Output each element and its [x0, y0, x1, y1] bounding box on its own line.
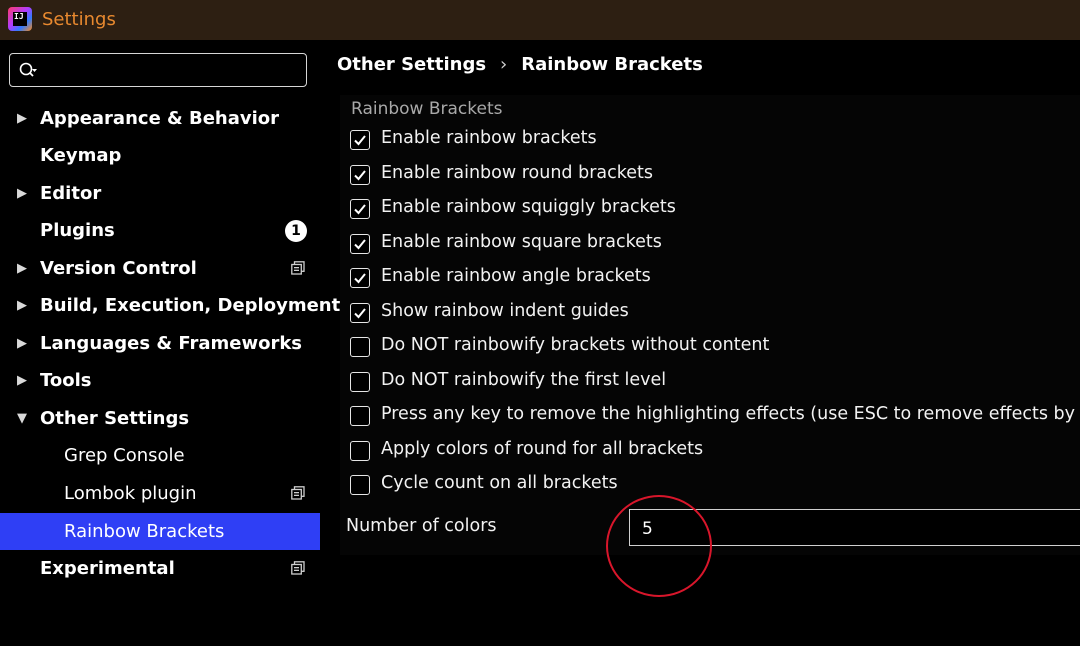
- checkbox-checked[interactable]: [350, 130, 370, 150]
- settings-search-box[interactable]: [9, 53, 307, 87]
- option-label: Enable rainbow round brackets: [381, 163, 654, 183]
- option-label: Do NOT rainbowify the first level: [381, 370, 667, 390]
- sidebar-item-rainbow-brackets[interactable]: Rainbow Brackets: [0, 513, 320, 550]
- option-label: Enable rainbow squiggly brackets: [381, 197, 676, 217]
- project-settings-icon: [291, 261, 305, 275]
- checkmark-icon: [354, 273, 366, 284]
- checkbox-unchecked[interactable]: [350, 475, 370, 495]
- option-label: Do NOT rainbowify brackets without conte…: [381, 335, 770, 355]
- sidebar-item-keymap[interactable]: Keymap: [0, 137, 320, 174]
- option-label: Show rainbow indent guides: [381, 301, 629, 321]
- project-settings-icon: [291, 561, 305, 575]
- expand-arrow-icon[interactable]: ▶: [17, 287, 27, 324]
- checkmark-icon: [354, 135, 366, 146]
- checkbox-checked[interactable]: [350, 165, 370, 185]
- checkbox-checked[interactable]: [350, 268, 370, 288]
- breadcrumb-current: Rainbow Brackets: [521, 54, 703, 75]
- sidebar-item-label: Version Control: [40, 258, 197, 279]
- window-title: Settings: [42, 9, 116, 30]
- sidebar-item-label: Grep Console: [64, 445, 185, 466]
- breadcrumb: Other Settings › Rainbow Brackets: [337, 54, 703, 75]
- expand-arrow-icon[interactable]: ▶: [17, 175, 27, 212]
- expand-arrow-icon[interactable]: ▶: [17, 250, 27, 287]
- checkbox-checked[interactable]: [350, 234, 370, 254]
- sidebar-item-label: Languages & Frameworks: [40, 333, 303, 354]
- sidebar-item-version-control[interactable]: ▶ Version Control: [0, 250, 320, 287]
- sidebar-item-label: Plugins: [40, 220, 115, 241]
- sidebar-item-editor[interactable]: ▶ Editor: [0, 175, 320, 212]
- checkmark-icon: [354, 204, 366, 215]
- sidebar-item-lombok-plugin[interactable]: Lombok plugin: [0, 475, 320, 512]
- option-enable-rainbow-squiggly-brackets[interactable]: Enable rainbow squiggly brackets: [350, 195, 1080, 225]
- sidebar-item-label: Tools: [40, 370, 92, 391]
- collapse-arrow-icon[interactable]: ▼: [17, 400, 27, 437]
- option-show-rainbow-indent-guides[interactable]: Show rainbow indent guides: [350, 299, 1080, 329]
- option-enable-rainbow-brackets[interactable]: Enable rainbow brackets: [350, 126, 1080, 156]
- checkbox-checked[interactable]: [350, 303, 370, 323]
- sidebar-item-label: Editor: [40, 183, 102, 204]
- checkbox-unchecked[interactable]: [350, 441, 370, 461]
- section-title: Rainbow Brackets: [351, 99, 503, 119]
- sidebar-item-label: Keymap: [40, 145, 122, 166]
- expand-arrow-icon[interactable]: ▶: [17, 362, 27, 399]
- update-count-badge: 1: [285, 220, 307, 242]
- sidebar-item-other-settings[interactable]: ▼ Other Settings: [0, 400, 320, 437]
- option-apply-round-colors-all[interactable]: Apply colors of round for all brackets: [350, 437, 1080, 467]
- checkbox-unchecked[interactable]: [350, 406, 370, 426]
- expand-arrow-icon[interactable]: ▶: [17, 100, 27, 137]
- search-input[interactable]: [50, 58, 304, 84]
- checkmark-icon: [354, 308, 366, 319]
- sidebar-item-languages-frameworks[interactable]: ▶ Languages & Frameworks: [0, 325, 320, 362]
- number-of-colors-label: Number of colors: [346, 516, 497, 536]
- intellij-logo-icon: IJ: [8, 7, 32, 31]
- option-label: Cycle count on all brackets: [381, 473, 618, 493]
- option-enable-rainbow-round-brackets[interactable]: Enable rainbow round brackets: [350, 161, 1080, 191]
- checkbox-unchecked[interactable]: [350, 372, 370, 392]
- sidebar-item-label: Appearance & Behavior: [40, 108, 280, 129]
- option-label: Press any key to remove the highlighting…: [381, 404, 1080, 424]
- checkmark-icon: [354, 239, 366, 250]
- option-label: Enable rainbow angle brackets: [381, 266, 651, 286]
- sidebar-item-tools[interactable]: ▶ Tools: [0, 362, 320, 399]
- breadcrumb-separator-icon: ›: [500, 54, 508, 75]
- sidebar-item-appearance-behavior[interactable]: ▶ Appearance & Behavior: [0, 100, 320, 137]
- option-no-rainbow-first-level[interactable]: Do NOT rainbowify the first level: [350, 368, 1080, 398]
- option-cycle-count-all[interactable]: Cycle count on all brackets: [350, 471, 1080, 501]
- checkmark-icon: [354, 170, 366, 181]
- sidebar-item-label: Build, Execution, Deployment: [40, 295, 341, 316]
- breadcrumb-parent[interactable]: Other Settings: [337, 54, 486, 75]
- expand-arrow-icon[interactable]: ▶: [17, 325, 27, 362]
- option-enable-rainbow-square-brackets[interactable]: Enable rainbow square brackets: [350, 230, 1080, 260]
- title-bar: IJ Settings: [0, 0, 1080, 40]
- sidebar-item-label: Rainbow Brackets: [64, 521, 225, 542]
- option-label: Enable rainbow brackets: [381, 128, 597, 148]
- checkbox-unchecked[interactable]: [350, 337, 370, 357]
- option-label: Apply colors of round for all brackets: [381, 439, 704, 459]
- search-icon: [19, 62, 37, 77]
- red-annotation-circle: [606, 495, 712, 597]
- sidebar-item-plugins[interactable]: Plugins 1: [0, 212, 320, 249]
- logo-text: IJ: [13, 12, 27, 26]
- sidebar-item-label: Other Settings: [40, 408, 190, 429]
- option-press-key-remove-highlighting[interactable]: Press any key to remove the highlighting…: [350, 402, 1080, 432]
- checkbox-checked[interactable]: [350, 199, 370, 219]
- option-enable-rainbow-angle-brackets[interactable]: Enable rainbow angle brackets: [350, 264, 1080, 294]
- option-label: Enable rainbow square brackets: [381, 232, 662, 252]
- option-no-rainbow-without-content[interactable]: Do NOT rainbowify brackets without conte…: [350, 333, 1080, 363]
- sidebar-item-label: Experimental: [40, 558, 175, 579]
- project-settings-icon: [291, 486, 305, 500]
- sidebar-item-label: Lombok plugin: [64, 483, 197, 504]
- sidebar-item-build-execution-deployment[interactable]: ▶ Build, Execution, Deployment: [0, 287, 340, 324]
- sidebar-item-experimental[interactable]: Experimental: [0, 550, 320, 587]
- sidebar-item-grep-console[interactable]: Grep Console: [0, 437, 320, 474]
